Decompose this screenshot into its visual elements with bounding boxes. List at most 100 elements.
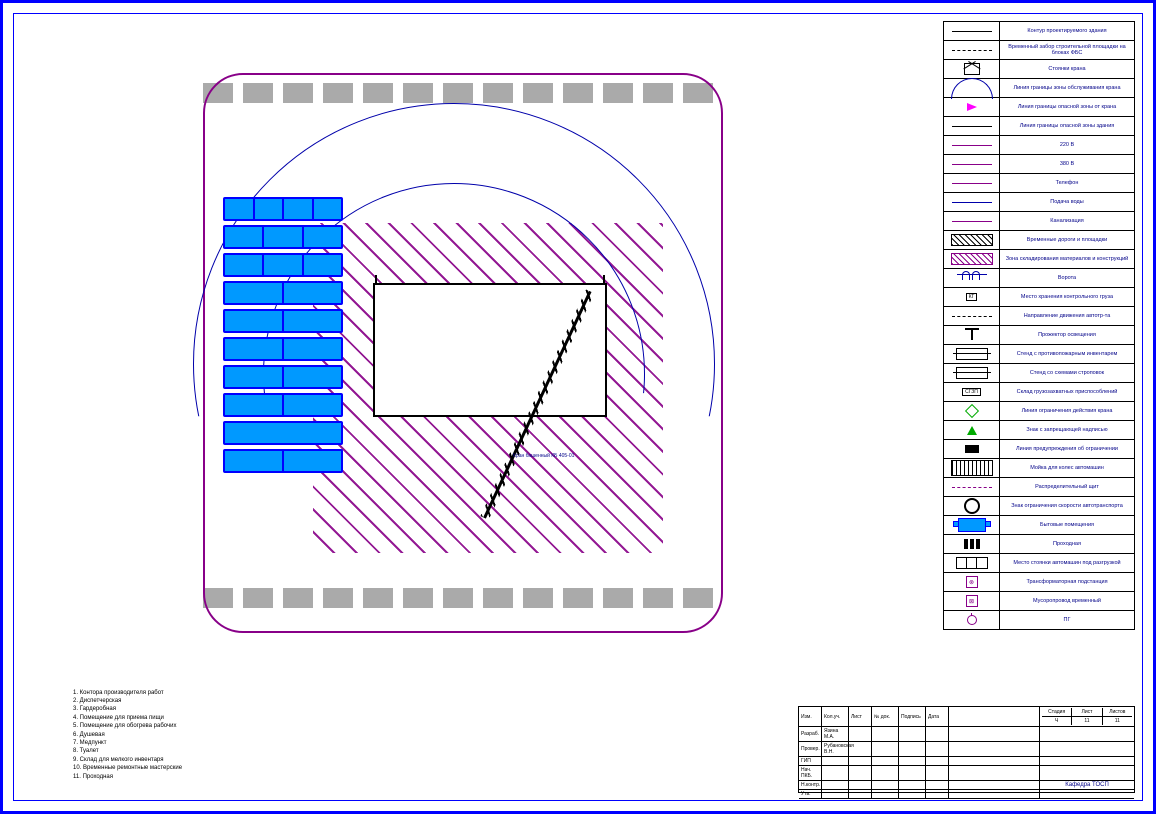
hdr-list: Лист — [849, 707, 872, 726]
legend-label: Линия границы опасной зоны от крана — [1000, 98, 1134, 116]
legend-label: Временные дороги и площадки — [1000, 231, 1134, 249]
legend-label: Мойка для колес автомашин — [1000, 459, 1134, 477]
legend-label: Канализация — [1000, 212, 1134, 230]
legend-row: Линия границы опасной зоны здания — [944, 117, 1134, 136]
legend-row: 220 В — [944, 136, 1134, 155]
legend-row: Стенд с противопожарным инвентарем — [944, 345, 1134, 364]
legend-row: Проходная — [944, 535, 1134, 554]
legend-label: Трансформаторная подстанция — [1000, 573, 1134, 591]
legend-symbol — [944, 402, 1000, 420]
note-item: 3. Гардеробная — [73, 705, 182, 713]
legend-symbol — [944, 554, 1000, 572]
hdr-ndok: № док. — [872, 707, 899, 726]
title-main — [949, 707, 1040, 726]
legend-symbol — [944, 250, 1000, 268]
note-item: 11. Проходная — [73, 773, 182, 781]
legend-symbol — [944, 269, 1000, 287]
title-row: Разраб.Язина М.А. — [799, 727, 1134, 742]
legend-label: Знак ограничения скорости автотранспорта — [1000, 497, 1134, 515]
legend-label: Ворота — [1000, 269, 1134, 287]
legend-label: Временный забор строительной площадки на… — [1000, 41, 1134, 59]
title-row: Утв. — [799, 790, 1134, 798]
legend-symbol — [944, 98, 1000, 116]
legend-label: Знак с запрещающей надписью — [1000, 421, 1134, 439]
note-item: 6. Душевая — [73, 731, 182, 739]
building-outline — [373, 283, 607, 417]
dept: Кафедра ТОСП — [1044, 782, 1130, 788]
legend-symbol — [944, 60, 1000, 78]
legend-row: Прожектор освещения — [944, 326, 1134, 345]
legend-row: Направление движения автотр-та — [944, 307, 1134, 326]
legend: Контур проектируемого зданияВременный за… — [943, 21, 1135, 630]
legend-label: Зона складирования материалов и конструк… — [1000, 250, 1134, 268]
legend-label: Место хранения контрольного груза — [1000, 288, 1134, 306]
site-plan: Кран башенный КБ 405-01 — [203, 73, 723, 633]
legend-row: Бытовые помещения — [944, 516, 1134, 535]
legend-symbol — [944, 535, 1000, 553]
drawing-sheet: Кран башенный КБ 405-01 1. Контора произ… — [0, 0, 1156, 814]
hdr-izm: Изм. — [799, 707, 822, 726]
legend-row: 380 В — [944, 155, 1134, 174]
title-row: ГИП — [799, 757, 1134, 766]
legend-symbol — [944, 459, 1000, 477]
legend-label: Склад грузозахватных приспособлений — [1000, 383, 1134, 401]
legend-symbol — [944, 516, 1000, 534]
legend-label: Мусоропровод временный — [1000, 592, 1134, 610]
legend-label: 220 В — [1000, 136, 1134, 154]
legend-symbol — [944, 478, 1000, 496]
legend-symbol — [944, 79, 1000, 97]
legend-row: Линия границы опасной зоны от крана — [944, 98, 1134, 117]
legend-row: Мойка для колес автомашин — [944, 459, 1134, 478]
legend-row: Временные дороги и площадки — [944, 231, 1134, 250]
legend-row: Распределительный щит — [944, 478, 1134, 497]
note-item: 2. Диспетчерская — [73, 697, 182, 705]
legend-symbol — [944, 136, 1000, 154]
legend-symbol — [944, 421, 1000, 439]
legend-symbol — [944, 212, 1000, 230]
legend-symbol — [944, 611, 1000, 629]
legend-row: Стенд со схемами строповок — [944, 364, 1134, 383]
note-item: 8. Туалет — [73, 747, 182, 755]
legend-row: Стоянки крана — [944, 60, 1134, 79]
legend-label: ПГ — [1000, 611, 1134, 629]
legend-label: Контур проектируемого здания — [1000, 22, 1134, 40]
legend-row: Зона складирования материалов и конструк… — [944, 250, 1134, 269]
legend-symbol — [944, 174, 1000, 192]
legend-symbol — [944, 364, 1000, 382]
legend-row: Линия границы зоны обслуживания крана — [944, 79, 1134, 98]
legend-label: 380 В — [1000, 155, 1134, 173]
legend-row: КГМесто хранения контрольного груза — [944, 288, 1134, 307]
legend-label: Линия предупреждения об ограничении — [1000, 440, 1134, 458]
legend-symbol — [944, 193, 1000, 211]
legend-row: Телефон — [944, 174, 1134, 193]
note-item: 9. Склад для мелкого инвентаря — [73, 756, 182, 764]
legend-row: ПГ — [944, 611, 1134, 629]
title-row: Нач. ПКБ. — [799, 766, 1134, 781]
legend-symbol — [944, 440, 1000, 458]
temp-buildings — [223, 193, 343, 477]
note-item: 10. Временные ремонтные мастерские — [73, 764, 182, 772]
legend-symbol — [944, 231, 1000, 249]
legend-label: Подача воды — [1000, 193, 1134, 211]
note-item: 7. Медпункт — [73, 739, 182, 747]
legend-row: Знак с запрещающей надписью — [944, 421, 1134, 440]
legend-symbol: КГ — [944, 288, 1000, 306]
legend-row: Канализация — [944, 212, 1134, 231]
legend-row: ⊗Трансформаторная подстанция — [944, 573, 1134, 592]
legend-symbol — [944, 117, 1000, 135]
legend-label: Проходная — [1000, 535, 1134, 553]
legend-symbol — [944, 155, 1000, 173]
legend-row: Ворота — [944, 269, 1134, 288]
legend-symbol — [944, 497, 1000, 515]
legend-symbol: ⊗ — [944, 573, 1000, 591]
note-item: 4. Помещение для приема пищи — [73, 714, 182, 722]
hdr-podp: Подпись — [899, 707, 926, 726]
legend-label: Телефон — [1000, 174, 1134, 192]
legend-row: Знак ограничения скорости автотранспорта — [944, 497, 1134, 516]
crane-label: Кран башенный КБ 405-01 — [513, 453, 574, 459]
legend-symbol — [944, 326, 1000, 344]
legend-label: Бытовые помещения — [1000, 516, 1134, 534]
legend-row: Место стоянки автомашин под разгрузкой — [944, 554, 1134, 573]
legend-label: Стоянки крана — [1000, 60, 1134, 78]
legend-symbol — [944, 345, 1000, 363]
